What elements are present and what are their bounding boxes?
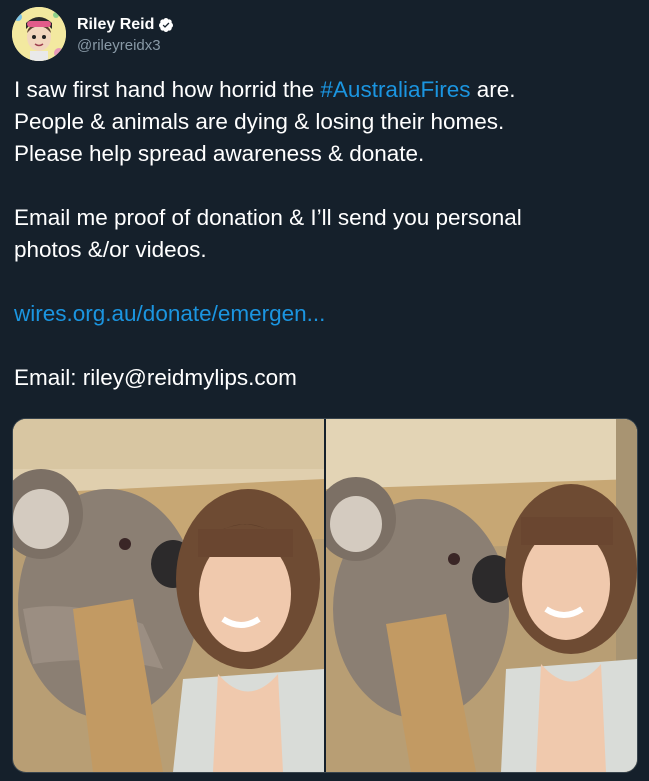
koala-selfie-photo-icon xyxy=(13,419,324,772)
tweet-line-1: I saw first hand how horrid the #Austral… xyxy=(14,74,634,106)
tweet-line-2: People & animals are dying & losing thei… xyxy=(14,109,505,134)
hashtag-link[interactable]: #AustraliaFires xyxy=(320,77,470,102)
email-line: Email: riley@reidmylips.com xyxy=(14,365,297,390)
display-name[interactable]: Riley Reid xyxy=(77,16,154,34)
tweet-line-4: Email me proof of donation & I’ll send y… xyxy=(14,205,522,230)
tweet: Riley Reid @rileyreidx3 I saw first hand… xyxy=(0,0,649,781)
author-names: Riley Reid @rileyreidx3 xyxy=(77,15,174,54)
tweet-text: I saw first hand how horrid the #Austral… xyxy=(14,74,634,394)
koala-selfie-photo-icon xyxy=(326,419,637,772)
tweet-text-fragment: I saw first hand how horrid the xyxy=(14,77,321,102)
tweet-line-5: photos &/or videos. xyxy=(14,237,207,262)
photo-1[interactable] xyxy=(13,419,324,772)
donate-link[interactable]: wires.org.au/donate/emergen... xyxy=(14,298,634,330)
cartoon-avatar-icon xyxy=(12,7,66,61)
avatar[interactable] xyxy=(12,7,66,61)
handle[interactable]: @rileyreidx3 xyxy=(77,37,174,54)
media-grid xyxy=(12,418,638,773)
verified-badge-icon xyxy=(158,17,174,33)
tweet-text-fragment: are. xyxy=(470,77,516,102)
tweet-line-3: Please help spread awareness & donate. xyxy=(14,141,425,166)
name-row: Riley Reid xyxy=(77,15,174,35)
photo-2[interactable] xyxy=(326,419,637,772)
tweet-header: Riley Reid @rileyreidx3 xyxy=(12,7,174,61)
